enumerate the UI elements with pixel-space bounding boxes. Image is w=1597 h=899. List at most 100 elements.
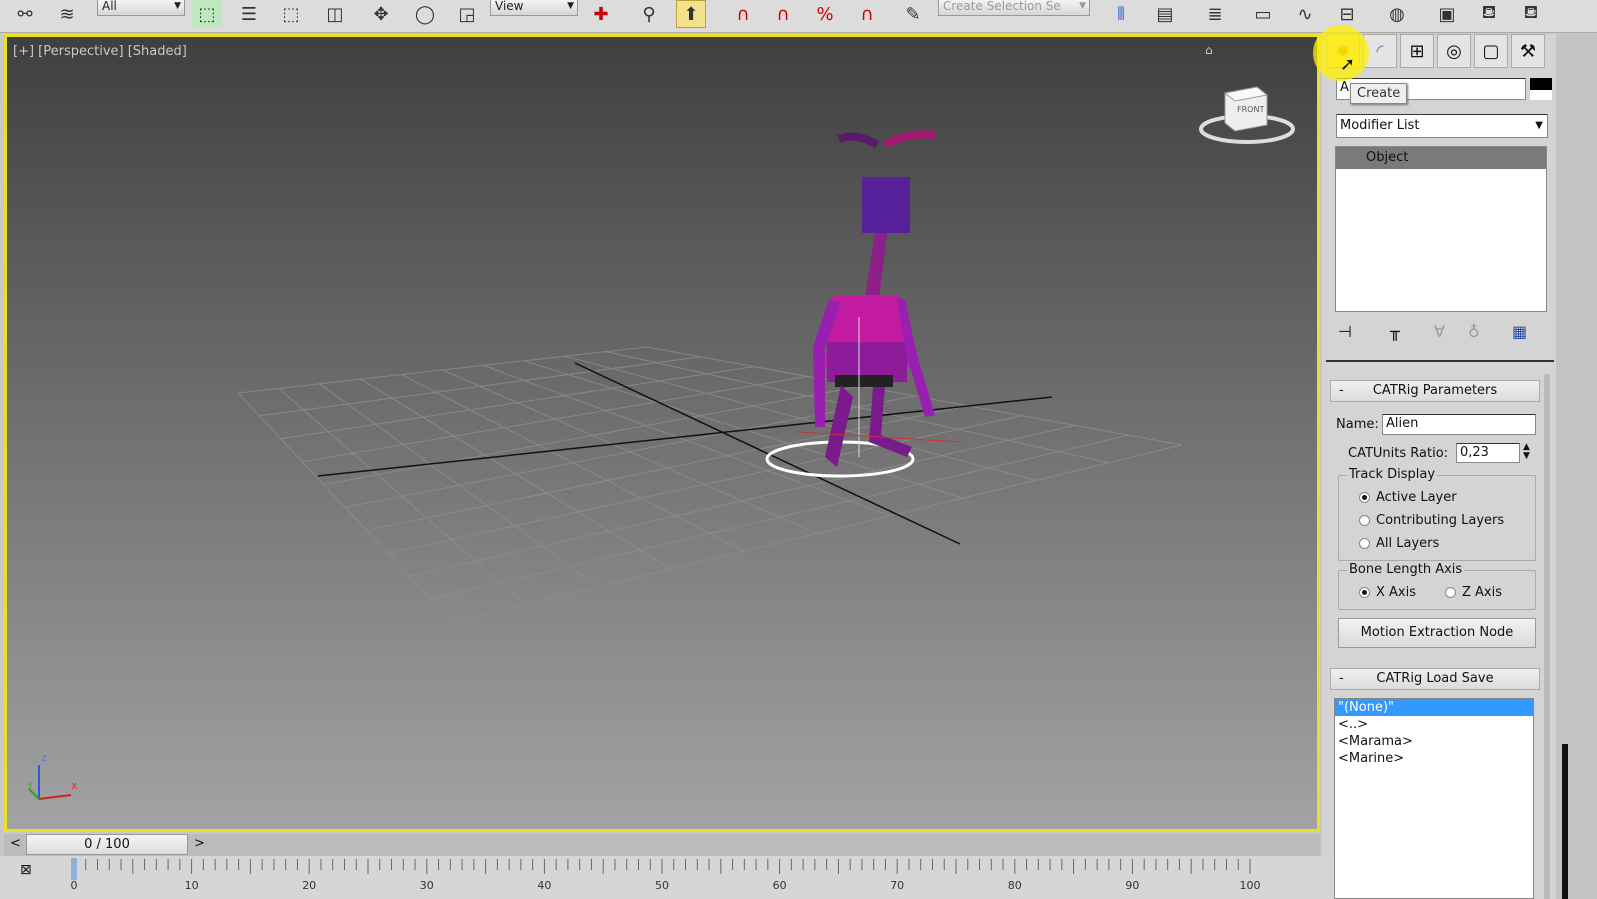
percent-snap-icon[interactable]: % xyxy=(810,0,840,28)
prev-frame-button[interactable]: < xyxy=(10,836,21,851)
angle-snap-icon[interactable]: ∩ xyxy=(768,0,798,28)
snap-icon[interactable]: ∩ xyxy=(728,0,758,28)
spinner-snap-icon[interactable]: ∩ xyxy=(852,0,882,28)
axis-label-y: y xyxy=(27,777,34,790)
rig-name-field[interactable]: Alien xyxy=(1382,414,1536,435)
list-item[interactable]: <Marama> xyxy=(1335,733,1533,750)
track-bar[interactable]: ⊠ 0 10 20 30 40 50 60 70 80 90 100 xyxy=(0,856,1330,899)
units-ratio-field[interactable]: 0,23 xyxy=(1456,443,1520,463)
time-slider-thumb[interactable]: 0 / 100 xyxy=(26,834,188,855)
radio-contributing-layers[interactable]: Contributing Layers xyxy=(1359,513,1504,528)
trackbar-ticks: 0 10 20 30 40 50 60 70 80 90 100 xyxy=(71,858,1261,892)
grid-line xyxy=(387,415,1022,554)
scrollbar-thumb[interactable] xyxy=(1562,744,1568,899)
make-unique-icon[interactable]: ∀ xyxy=(1434,322,1445,341)
rollout-title: CATRig Load Save xyxy=(1376,671,1494,686)
radio-active-layer[interactable]: Active Layer xyxy=(1359,490,1457,505)
frame-label: 70 xyxy=(890,879,904,892)
motion-extraction-node-button[interactable]: Motion Extraction Node xyxy=(1338,618,1536,648)
rendered-frame-icon[interactable]: ⛾ xyxy=(1474,0,1504,28)
edit-named-sel-icon[interactable]: ✎ xyxy=(898,0,928,28)
mirror-icon[interactable]: ⫴ xyxy=(1106,0,1136,28)
radio-x-axis[interactable]: X Axis xyxy=(1359,585,1416,600)
radio-z-axis[interactable]: Z Axis xyxy=(1445,585,1502,600)
motion-icon: ◎ xyxy=(1446,40,1462,62)
units-ratio-label: CATUnits Ratio: xyxy=(1348,446,1449,461)
align-icon[interactable]: ▤ xyxy=(1150,0,1180,28)
layer-manager-icon[interactable]: ≣ xyxy=(1200,0,1230,28)
window-crossing-icon[interactable]: ◫ xyxy=(320,0,350,28)
name-label: Name: xyxy=(1336,417,1379,432)
radio-label: Z Axis xyxy=(1462,585,1503,600)
keyboard-shortcut-icon[interactable]: ⬆ xyxy=(676,0,706,28)
radio-icon xyxy=(1359,515,1370,526)
motion-tab[interactable]: ◎ xyxy=(1437,34,1471,68)
grid-line xyxy=(451,444,1183,623)
ref-coord-dropdown[interactable]: View xyxy=(490,0,578,16)
move-icon[interactable]: ✥ xyxy=(366,0,396,28)
radio-icon xyxy=(1359,492,1370,503)
link-icon[interactable]: ⚯ xyxy=(10,0,40,28)
curve-editor-toggle-icon[interactable]: ⊠ xyxy=(20,862,32,878)
catrig-load-save-rollout[interactable]: - CATRig Load Save xyxy=(1330,668,1540,690)
pin-stack-icon[interactable]: ⊣ xyxy=(1338,322,1352,341)
bone-length-axis-group: Bone Length Axis X Axis Z Axis xyxy=(1338,562,1536,610)
select-object-icon[interactable]: ⬚ xyxy=(192,0,222,28)
perspective-viewport[interactable]: [+] [Perspective] [Shaded] z y x ⌂ FRONT xyxy=(4,34,1320,832)
viewcube[interactable]: FRONT xyxy=(1195,81,1295,155)
frame-label: 80 xyxy=(1008,879,1022,892)
rig-preset-list[interactable]: "(None)" <..> <Marama> <Marine> xyxy=(1334,698,1534,899)
catrig-parameters-rollout[interactable]: - CATRig Parameters xyxy=(1330,380,1540,402)
remove-modifier-icon[interactable]: ♁ xyxy=(1468,322,1480,341)
frame-label: 100 xyxy=(1240,879,1261,892)
select-by-name-icon[interactable]: ☰ xyxy=(234,0,264,28)
viewcube-home-icon[interactable]: ⌂ xyxy=(1205,43,1213,57)
rect-region-icon[interactable]: ⬚ xyxy=(276,0,306,28)
frame-label: 90 xyxy=(1125,879,1139,892)
curve-editor-icon[interactable]: ∿ xyxy=(1290,0,1320,28)
hammer-icon: ⚒ xyxy=(1519,40,1537,62)
bind-space-warp-icon[interactable]: ≋ xyxy=(52,0,82,28)
list-item[interactable]: "(None)" xyxy=(1335,699,1533,716)
time-slider[interactable]: < 0 / 100 > xyxy=(4,834,1320,856)
graphite-icon[interactable]: ▭ xyxy=(1248,0,1278,28)
render-icon[interactable]: ⛾ xyxy=(1516,0,1546,28)
modifier-stack[interactable]: Object xyxy=(1335,146,1547,312)
frame-label: 20 xyxy=(302,879,316,892)
panel-scrollbar[interactable] xyxy=(1544,374,1550,899)
pivot-icon[interactable]: ✚ xyxy=(586,0,616,28)
rotate-icon[interactable]: ◯ xyxy=(410,0,440,28)
configure-modifier-sets-icon[interactable]: ▦ xyxy=(1512,322,1527,341)
list-item[interactable]: <..> xyxy=(1335,716,1533,733)
list-item[interactable]: <Marine> xyxy=(1335,750,1533,767)
frame-label: 10 xyxy=(185,879,199,892)
material-editor-icon[interactable]: ◍ xyxy=(1382,0,1412,28)
stack-item-object[interactable]: Object xyxy=(1336,147,1546,169)
track-display-label: Track Display xyxy=(1347,467,1438,482)
object-color-swatch[interactable] xyxy=(1530,78,1552,100)
axis-label-z: z xyxy=(41,751,47,764)
next-frame-button[interactable]: > xyxy=(194,836,205,851)
schematic-icon[interactable]: ⊟ xyxy=(1332,0,1362,28)
units-ratio-spinner[interactable]: ▲ ▼ xyxy=(1523,443,1530,461)
frame-label: 40 xyxy=(537,879,551,892)
radio-label: Active Layer xyxy=(1376,490,1457,505)
render-setup-icon[interactable]: ▣ xyxy=(1432,0,1462,28)
rollout-title: CATRig Parameters xyxy=(1372,383,1498,398)
hierarchy-tab[interactable]: ⊞ xyxy=(1400,34,1434,68)
named-selection-dropdown[interactable]: Create Selection Se xyxy=(938,0,1090,16)
display-tab[interactable]: ▢ xyxy=(1474,34,1508,68)
radio-label: Contributing Layers xyxy=(1376,513,1505,528)
main-toolbar: ⚯ ≋ All ⬚ ☰ ⬚ ◫ ✥ ◯ ◲ View ✚ ⚲ ⬆ ∩ ∩ % ∩… xyxy=(0,0,1597,33)
scale-icon[interactable]: ◲ xyxy=(452,0,482,28)
modifier-list-label: Modifier List xyxy=(1340,118,1420,133)
scene xyxy=(28,130,1183,800)
modifier-list-dropdown[interactable]: Modifier List ▼ xyxy=(1336,114,1548,138)
display-icon: ▢ xyxy=(1482,40,1500,62)
radio-all-layers[interactable]: All Layers xyxy=(1359,536,1439,551)
axis-label-x: x xyxy=(71,779,78,792)
utilities-tab[interactable]: ⚒ xyxy=(1511,34,1545,68)
manipulate-icon[interactable]: ⚲ xyxy=(634,0,664,28)
selection-filter-dropdown[interactable]: All xyxy=(97,0,185,16)
show-end-result-icon[interactable]: ╥ xyxy=(1390,322,1400,341)
